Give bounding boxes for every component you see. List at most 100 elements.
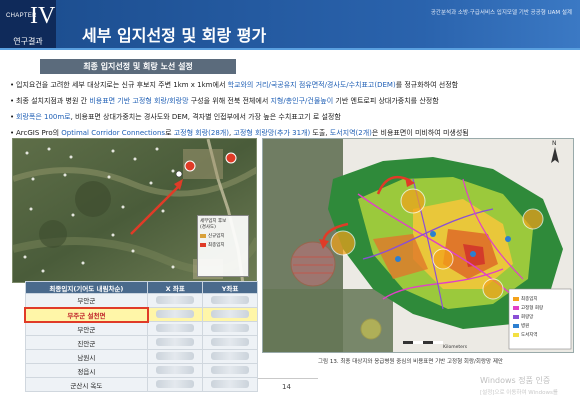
x-coordinate-cell xyxy=(147,321,204,336)
bullet-segment: 구성을 위해 전북 전체에서 xyxy=(188,97,271,105)
legend-swatch xyxy=(513,333,519,337)
redacted-value xyxy=(211,323,250,332)
redacted-value xyxy=(211,309,250,318)
legend-item: 도서지역 xyxy=(513,332,571,338)
location-name-cell: 군산시 옥도 xyxy=(24,377,149,392)
bullet-segment: 비용표면 기반 고정형 회랑/회랑망 xyxy=(89,97,189,105)
redacted-value xyxy=(211,351,250,360)
location-name-cell: 정읍시 xyxy=(24,363,149,378)
x-coordinate-cell xyxy=(147,335,204,350)
chapter-number: IV xyxy=(30,3,56,29)
bullet-2: • 최종 설치지점과 병원 간 비용표면 기반 고정형 회랑/회랑망 구성을 위해… xyxy=(10,97,439,105)
legend-label: 고정형 회랑 xyxy=(521,306,544,311)
y-coordinate-cell xyxy=(202,321,258,336)
bullet-segment: ArcGIS Pro의 xyxy=(16,129,62,137)
x-coordinate-cell xyxy=(147,363,204,378)
legend-label: 병원 xyxy=(521,324,530,329)
y-coordinate-cell xyxy=(202,377,258,392)
chapter-badge: CHAPTER IV 연구결과 xyxy=(0,0,56,48)
table-row: 부안군 xyxy=(24,293,258,308)
y-coordinate-cell xyxy=(202,335,258,350)
location-name-cell: 부안군 xyxy=(24,321,149,336)
y-coordinate-cell xyxy=(202,363,258,378)
redacted-value xyxy=(211,295,250,304)
bullet-text: 회랑폭은 100m로, 비용표면 상대가중치는 경사도와 DEM, 격자별 인접… xyxy=(16,113,341,121)
redacted-value xyxy=(156,309,195,318)
subtitle-tab: 최종 입지선정 및 회랑 노선 설정 xyxy=(40,59,236,74)
legend-swatch xyxy=(513,324,519,328)
legend-swatch xyxy=(513,297,519,301)
y-coordinate-cell xyxy=(202,307,258,322)
right-legend-items: 최종입지 고정형 회랑 회랑망 병원 도서지역 xyxy=(513,293,571,338)
location-name-cell: 부안군 xyxy=(24,293,149,308)
activation-watermark-title: Windows 정품 인증 xyxy=(480,376,551,385)
legend-item: 최종입지 xyxy=(200,242,246,248)
redacted-value xyxy=(156,337,195,346)
table-row: 군산시 옥도 xyxy=(24,377,258,392)
bullet-text: 최종 설치지점과 병원 간 비용표면 기반 고정형 회랑/회랑망 구성을 위해 … xyxy=(16,97,439,105)
bullet-segment: , 비용표면 상대가중치는 경사도와 DEM, 격자별 인접부에서 가장 높은 … xyxy=(70,113,311,121)
x-coordinate-cell xyxy=(147,349,204,364)
bullet-segment: 회랑폭은 100m로 xyxy=(16,113,71,121)
legend-label: 최종입지 xyxy=(208,243,225,248)
bullet-segment: 로 xyxy=(165,129,174,137)
bullet-segment: 입지요건을 고려한 세부 대상지로는 신규 후보지 주변 1km x 1km에서 xyxy=(16,81,228,89)
legend-swatch xyxy=(200,234,206,238)
bullet-text: 입지요건을 고려한 세부 대상지로는 신규 후보지 주변 1km x 1km에서… xyxy=(16,81,458,89)
bullet-segment: 고정형 회랑망(추가 31개) xyxy=(233,129,311,137)
y-coordinate-cell xyxy=(202,293,258,308)
bullet-segment: Optimal Corridor Connections xyxy=(61,129,166,137)
legend-item: 신규입지 xyxy=(200,233,246,239)
page-title: 세부 입지선정 및 회랑 평가 xyxy=(82,26,267,45)
redacted-value xyxy=(156,379,195,388)
scale-label: Kilometers xyxy=(443,345,468,350)
redacted-value xyxy=(211,365,250,374)
x-coordinate-cell xyxy=(147,307,204,322)
legend-label: 회랑망 xyxy=(521,315,534,320)
bullet-segment: 최종 설치지점과 병원 간 xyxy=(16,97,90,105)
legend-swatch xyxy=(513,315,519,319)
page-number: 14 xyxy=(282,383,291,391)
page-divider xyxy=(258,378,318,379)
cost-surface-map: N Kilometers 최종입지 고정형 회랑 회랑망 병원 도서지역 xyxy=(262,138,574,353)
bullet-list: • 입지요건을 고려한 세부 대상지로는 신규 후보지 주변 1km x 1km에… xyxy=(10,77,576,141)
table-row: 정읍시 xyxy=(24,363,258,378)
legend-subtitle: (경사도) xyxy=(200,225,216,230)
bullet-segment: 지형/총인구/건물높이 xyxy=(270,97,334,105)
legend-item: 병원 xyxy=(513,323,571,329)
location-name-cell: 남원시 xyxy=(24,349,149,364)
figure-caption: 그림 13. 최종 대상지와 응급병원 중심의 비용표면 기반 고정형 회랑/회… xyxy=(318,359,503,365)
table-header: 최종입지(기어도 내림차순) xyxy=(24,281,149,294)
x-coordinate-cell xyxy=(147,377,204,392)
bullet-3: • 회랑폭은 100m로, 비용표면 상대가중치는 경사도와 DEM, 격자별 인… xyxy=(10,113,341,121)
table-row: 무주군 설천면 xyxy=(24,306,258,323)
legend-swatch xyxy=(200,243,206,247)
activation-watermark-subtitle: [설정]으로 이동하여 Windows를 xyxy=(480,390,558,396)
table-header: Y좌표 xyxy=(202,281,258,294)
bullet-text: ArcGIS Pro의 Optimal Corridor Connections… xyxy=(16,129,469,137)
redacted-value xyxy=(156,295,195,304)
legend-label: 도서지역 xyxy=(521,333,538,338)
header-divider xyxy=(0,48,580,50)
bullet-segment: 를 정규화하여 선정함 xyxy=(395,81,459,89)
bullet-segment: 도서지역(2개) xyxy=(329,129,372,137)
y-coordinate-cell xyxy=(202,349,258,364)
location-name-cell: 무주군 설천면 xyxy=(24,306,149,323)
section-label: 연구결과 xyxy=(13,37,43,46)
redacted-value xyxy=(211,379,250,388)
redacted-value xyxy=(156,351,195,360)
redacted-value xyxy=(156,365,195,374)
bullet-1: • 입지요건을 고려한 세부 대상지로는 신규 후보지 주변 1km x 1km에… xyxy=(10,81,459,89)
map-legend-small: 세부입지 후보 (경사도) 신규입지 최종입지 xyxy=(197,215,249,277)
table-header: X 좌표 xyxy=(147,281,204,294)
legend-item: 최종입지 xyxy=(513,296,571,302)
legend-swatch xyxy=(513,306,519,310)
header-caption: 공간분석과 소방·구급서비스 입지모델 기반 공공형 UAM 설계 xyxy=(430,10,572,16)
location-name-cell: 진안군 xyxy=(24,335,149,350)
table-header-row: 최종입지(기어도 내림차순) X 좌표 Y좌표 xyxy=(24,281,258,294)
location-table: 최종입지(기어도 내림차순) X 좌표 Y좌표 부안군 무주군 설천면 부안군 진안군… xyxy=(24,281,258,392)
bullet-segment: 고정형 회랑(28개) xyxy=(173,129,229,137)
legend-label: 최종입지 xyxy=(521,297,538,302)
x-coordinate-cell xyxy=(147,293,204,308)
redacted-value xyxy=(156,323,195,332)
